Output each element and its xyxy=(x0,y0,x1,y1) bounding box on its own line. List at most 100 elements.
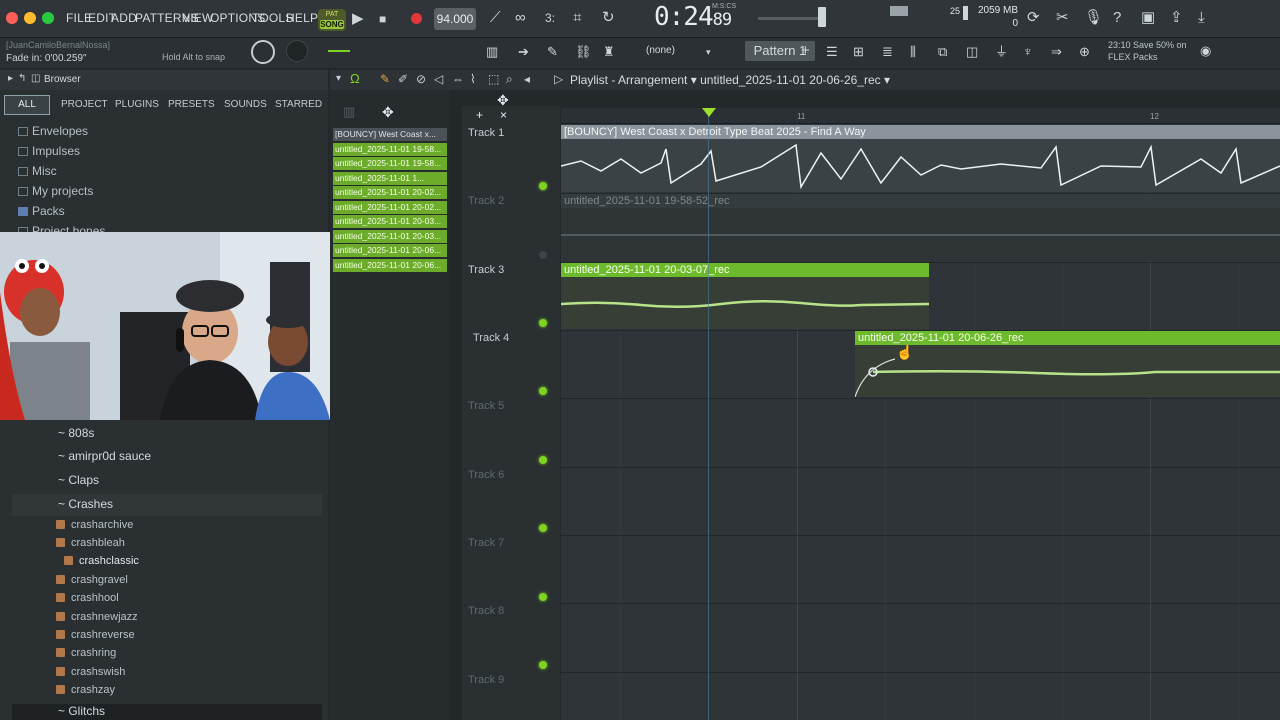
chevron-down-icon[interactable]: ▾ xyxy=(706,44,711,60)
picker-keyboard-icon[interactable]: ▥ xyxy=(343,104,355,120)
export-icon[interactable]: ⇪ xyxy=(1170,10,1183,26)
picker-item[interactable]: [BOUNCY] West Coast x... xyxy=(333,128,447,141)
browser-item-my-projects[interactable]: My projects xyxy=(18,184,93,198)
file-crashreverse[interactable]: crashreverse xyxy=(56,629,135,641)
browser-item-misc[interactable]: Misc xyxy=(18,164,57,178)
file-crasharchive[interactable]: crasharchive xyxy=(56,519,133,531)
picker-item[interactable]: untitled_2025-11-01 19-58... xyxy=(333,143,447,156)
piano-roll-icon[interactable]: ⊞ xyxy=(853,44,864,60)
tab-sounds[interactable]: SOUNDS xyxy=(224,99,267,110)
audio-clip-rec-2003[interactable]: untitled_2025-11-01 20-03-07_rec xyxy=(561,263,929,329)
download-icon[interactable]: ⤓ xyxy=(1198,10,1205,26)
tab-presets[interactable]: PRESETS xyxy=(168,99,215,110)
chord-selector[interactable]: (none) xyxy=(646,45,675,56)
picker-item[interactable]: untitled_2025-11-01 20-06... xyxy=(333,259,447,272)
save-icon[interactable]: ▣ xyxy=(1141,10,1155,26)
snap-line-icon[interactable] xyxy=(328,50,350,52)
mixer-icon[interactable]: ⫼ xyxy=(910,44,916,60)
remove-track-icon[interactable]: × xyxy=(500,108,507,122)
zoom-icon[interactable]: ⌕ xyxy=(506,72,513,87)
link-icon[interactable]: ⛓ xyxy=(575,44,592,60)
arrow-right-icon[interactable]: ➔ xyxy=(518,44,529,60)
folder-claps[interactable]: ~ Claps xyxy=(58,473,99,487)
timeline-ruler[interactable] xyxy=(561,108,1280,124)
track-4-mute-led[interactable] xyxy=(539,387,547,395)
pattern-song-toggle[interactable]: PAT SONG xyxy=(318,9,346,31)
picker-move-icon[interactable]: ✥ xyxy=(382,104,394,121)
menu-view[interactable]: VIEW xyxy=(182,11,213,25)
audio-clip-beat[interactable]: [BOUNCY] West Coast x Detroit Type Beat … xyxy=(561,125,1280,192)
file-crashhool[interactable]: crashhool xyxy=(56,592,119,604)
track-3-name[interactable]: Track 3 xyxy=(468,264,504,276)
track-6-mute-led[interactable] xyxy=(539,524,547,532)
folder-amirpr0d-sauce[interactable]: ~ amirpr0d sauce xyxy=(58,449,151,463)
channel-rack-icon[interactable]: ≣ xyxy=(882,44,893,60)
picker-item[interactable]: untitled_2025-11-01 20-06... xyxy=(333,244,447,257)
plugin-icon[interactable]: ⏚ xyxy=(995,44,1008,60)
tempo-display[interactable]: 94.000 xyxy=(434,8,476,30)
globe-icon[interactable]: ◉ xyxy=(1200,43,1211,59)
microphone-icon[interactable]: 🎙 xyxy=(1084,10,1103,26)
playlist-icon[interactable]: ☰ xyxy=(826,44,838,60)
stop-icon[interactable]: ■ xyxy=(379,11,386,27)
select-icon[interactable]: ⬚ xyxy=(488,72,499,86)
record-icon[interactable] xyxy=(411,13,422,24)
file-crashnewjazz[interactable]: crashnewjazz xyxy=(56,611,138,623)
folder-glitchs[interactable]: ~ Glitchs xyxy=(58,704,105,718)
minimize-window-button[interactable] xyxy=(24,12,36,24)
mute-icon[interactable]: ◁ xyxy=(434,72,443,86)
project-icon[interactable]: ◫ xyxy=(966,44,978,60)
file-crashclassic[interactable]: crashclassic xyxy=(64,555,139,567)
track-1-name[interactable]: Track 1 xyxy=(468,127,504,139)
track-9-name[interactable]: Track 9 xyxy=(468,674,504,686)
track-4-name[interactable]: Track 4 xyxy=(473,332,509,344)
file-crashring[interactable]: crashring xyxy=(56,647,116,659)
audio-clip-rec-2006[interactable]: untitled_2025-11-01 20-06-26_rec xyxy=(855,331,1280,397)
play-icon[interactable]: ▶ xyxy=(352,11,364,27)
track-move-icon[interactable]: ✥ xyxy=(497,92,509,109)
file-crashbleah[interactable]: crashbleah xyxy=(56,537,125,549)
zoom-window-button[interactable] xyxy=(42,12,54,24)
stamp-icon[interactable]: ♜ xyxy=(603,44,615,60)
master-pitch-handle[interactable] xyxy=(818,7,826,27)
picker-item[interactable]: untitled_2025-11-01 20-02... xyxy=(333,186,447,199)
track-3-mute-led[interactable] xyxy=(539,319,547,327)
menu-help[interactable]: HELP xyxy=(286,11,318,25)
track-5-name[interactable]: Track 5 xyxy=(468,400,504,412)
track-2-name[interactable]: Track 2 xyxy=(468,195,504,207)
tab-starred[interactable]: STARRED xyxy=(275,99,322,110)
picker-item[interactable]: untitled_2025-11-01 19-58... xyxy=(333,157,447,170)
browser-menu-icon[interactable]: ▸ xyxy=(8,73,13,84)
delete-icon[interactable]: ⊘ xyxy=(416,72,426,86)
step-edit-icon[interactable]: ⌗ xyxy=(573,10,581,26)
news-panel[interactable]: 23:10 Save 50% on FLEX Packs xyxy=(1108,39,1187,63)
master-pitch-knob[interactable] xyxy=(286,40,308,62)
audio-clip-rec-1958[interactable]: untitled_2025-11-01 19-58-52_rec xyxy=(561,194,1280,261)
playback-icon[interactable]: ◂ xyxy=(524,72,530,86)
tab-plugins[interactable]: PLUGINS xyxy=(115,99,159,110)
close-window-button[interactable] xyxy=(6,12,18,24)
tab-project[interactable]: PROJECT xyxy=(61,99,108,110)
picker-item[interactable]: untitled_2025-11-01 20-03... xyxy=(333,230,447,243)
paint-icon[interactable]: ✐ xyxy=(398,72,408,86)
pencil-icon[interactable]: ✎ xyxy=(380,72,390,86)
master-pitch-slider[interactable] xyxy=(758,17,820,20)
slip-icon[interactable]: ⇔ xyxy=(452,72,464,86)
playlist-menu-icon[interactable]: ▾ xyxy=(336,73,341,84)
undo-history-icon[interactable]: ⟳ xyxy=(1027,10,1040,26)
master-volume-knob[interactable] xyxy=(251,40,275,64)
help-icon[interactable]: ? xyxy=(1113,10,1121,26)
track-8-mute-led[interactable] xyxy=(539,661,547,669)
track-8-name[interactable]: Track 8 xyxy=(468,605,504,617)
track-7-mute-led[interactable] xyxy=(539,593,547,601)
track-2-mute-led[interactable] xyxy=(539,251,547,259)
magnet-icon[interactable]: Ω xyxy=(350,71,360,86)
add-track-icon[interactable]: + xyxy=(476,108,483,122)
browser-icon[interactable]: ⧉ xyxy=(938,44,947,60)
browser-back-icon[interactable]: ↰ xyxy=(18,73,26,84)
file-crashswish[interactable]: crashswish xyxy=(56,666,125,678)
menu-add[interactable]: ADD xyxy=(111,11,137,25)
track-5-mute-led[interactable] xyxy=(539,456,547,464)
folder-808s[interactable]: ~ 808s xyxy=(58,426,94,440)
add-pattern-icon[interactable]: + xyxy=(801,43,810,59)
